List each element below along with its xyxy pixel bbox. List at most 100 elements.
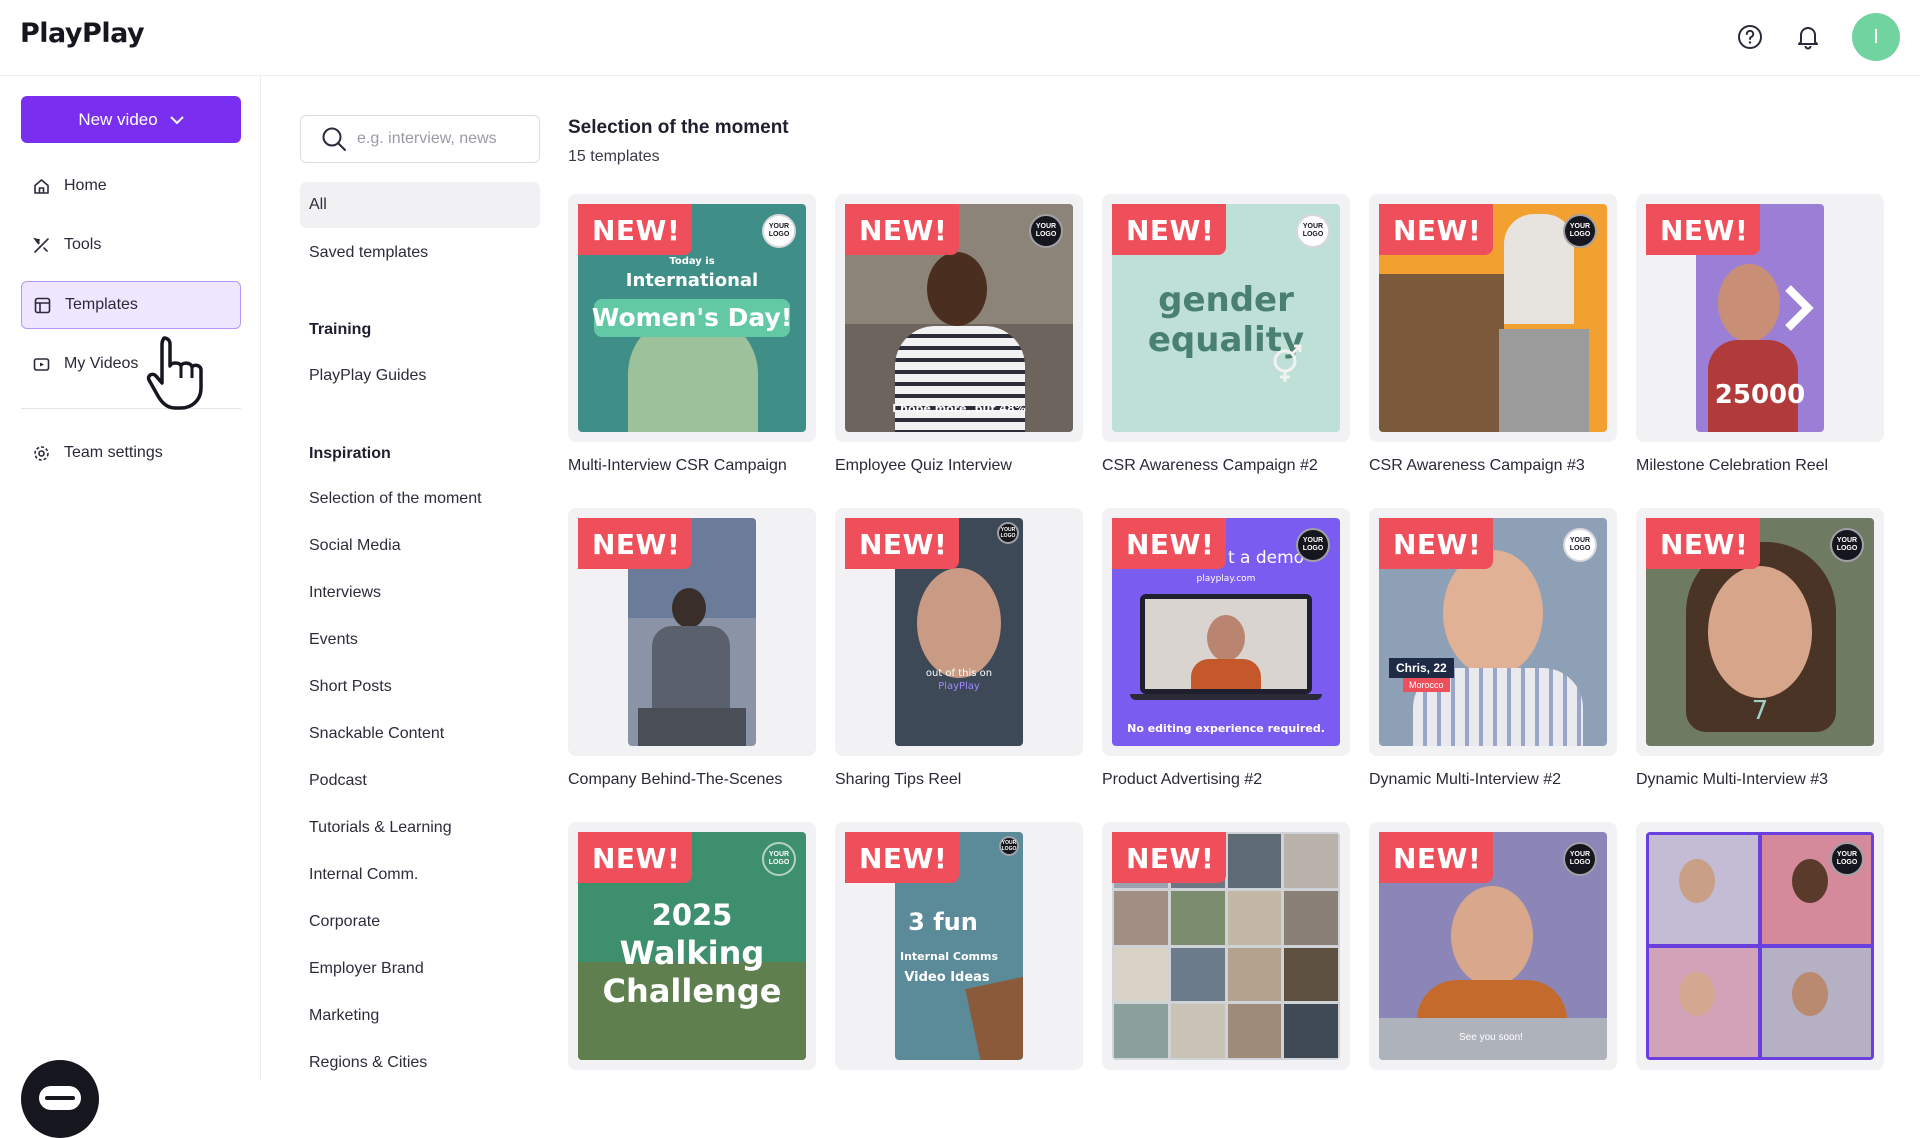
- user-avatar[interactable]: I: [1852, 13, 1900, 61]
- category-selection-of-the-moment[interactable]: Selection of the moment: [300, 476, 540, 522]
- template-thumbnail[interactable]: out of this on PlayPlay NEW! YOUR LOGO: [835, 508, 1083, 756]
- chat-support-button[interactable]: [21, 1060, 99, 1138]
- template-card[interactable]: 3 fun Internal Comms Video Ideas NEW! YO…: [835, 822, 1083, 1085]
- grid-cell: [1762, 948, 1871, 1057]
- template-card[interactable]: I hope more, but 48% NEW! YOUR LOGO Empl…: [835, 194, 1083, 475]
- template-title[interactable]: Employee Quiz Interview: [835, 457, 1083, 475]
- your-logo-badge: YOUR LOGO: [762, 214, 796, 248]
- template-thumbnail[interactable]: 25000 NEW!: [1636, 194, 1884, 442]
- category-snackable-content[interactable]: Snackable Content: [300, 711, 540, 757]
- template-thumbnail[interactable]: gender equality NEW! YOUR LOGO: [1102, 194, 1350, 442]
- person-head: [672, 588, 706, 628]
- template-thumbnail[interactable]: YOUR LOGO: [1636, 822, 1884, 1070]
- template-card[interactable]: 25000 NEW! Milestone Celebration Reel: [1636, 194, 1884, 475]
- tools-icon: [32, 236, 50, 254]
- thumbnail-text-2: Walking: [619, 934, 765, 972]
- template-thumbnail[interactable]: 7 NEW! YOUR LOGO: [1636, 508, 1884, 756]
- thumbnail-text-3: Video Ideas: [904, 970, 990, 985]
- category-playplay-guides[interactable]: PlayPlay Guides: [300, 353, 540, 399]
- thumbnail-text-1: 3 fun: [908, 908, 978, 936]
- thumbnail-text-3: Challenge: [602, 972, 782, 1010]
- thumbnail-text-3: Women's Day!: [591, 303, 793, 332]
- person-face: [1679, 859, 1715, 903]
- training-heading: Training: [309, 321, 372, 338]
- grid-cell: [1170, 890, 1225, 945]
- grid-cell: [1284, 890, 1338, 945]
- category-interviews[interactable]: Interviews: [300, 570, 540, 616]
- grid-cell: [1227, 834, 1282, 888]
- template-card[interactable]: 2025 Walking Challenge NEW! YOUR LOGO: [568, 822, 816, 1085]
- template-title[interactable]: CSR Awareness Campaign #2: [1102, 457, 1350, 475]
- person-face: [1792, 859, 1828, 903]
- template-card[interactable]: gender equality NEW! YOUR LOGO CSR Aware…: [1102, 194, 1350, 475]
- name-tag: Chris, 22: [1389, 658, 1454, 678]
- thumbnail-footer: No editing experience required.: [1127, 722, 1325, 735]
- template-card[interactable]: 7 NEW! YOUR LOGO Dynamic Multi-Interview…: [1636, 508, 1884, 789]
- template-thumbnail[interactable]: See you soon! NEW! YOUR LOGO: [1369, 822, 1617, 1070]
- category-social-media[interactable]: Social Media: [300, 523, 540, 569]
- category-events[interactable]: Events: [300, 617, 540, 663]
- template-title[interactable]: Product Advertising #2: [1102, 771, 1350, 789]
- thumbnail-text-2: equality: [1147, 320, 1305, 360]
- category-podcast[interactable]: Podcast: [300, 758, 540, 804]
- category-internal-comm[interactable]: Internal Comm.: [300, 852, 540, 898]
- category-saved-templates[interactable]: Saved templates: [300, 230, 540, 276]
- category-short-posts[interactable]: Short Posts: [300, 664, 540, 710]
- thumbnail-text-1: 2025: [651, 898, 733, 932]
- new-video-button[interactable]: New video: [21, 96, 241, 143]
- new-badge: NEW!: [578, 204, 693, 255]
- category-marketing[interactable]: Marketing: [300, 993, 540, 1039]
- category-all[interactable]: All: [300, 182, 540, 228]
- template-thumbnail[interactable]: t a demo playplay.com No editing experie…: [1102, 508, 1350, 756]
- template-card[interactable]: Chris, 22 Morocco NEW! YOUR LOGO Dynamic…: [1369, 508, 1617, 789]
- template-card[interactable]: NEW! YOUR LOGO CSR Awareness Campaign #3: [1369, 194, 1617, 475]
- template-title[interactable]: Sharing Tips Reel: [835, 771, 1083, 789]
- category-employer-brand[interactable]: Employer Brand: [300, 946, 540, 992]
- template-thumbnail[interactable]: Today is International Women's Day! NEW!…: [568, 194, 816, 442]
- template-thumbnail[interactable]: 2025 Walking Challenge NEW! YOUR LOGO: [568, 822, 816, 1070]
- template-title[interactable]: Dynamic Multi-Interview #2: [1369, 771, 1617, 789]
- template-title[interactable]: Multi-Interview CSR Campaign: [568, 457, 816, 475]
- nav-item-team-settings[interactable]: Team settings: [21, 429, 241, 477]
- category-regions-cities[interactable]: Regions & Cities: [300, 1040, 540, 1086]
- search-input[interactable]: [357, 130, 517, 148]
- template-card[interactable]: t a demo playplay.com No editing experie…: [1102, 508, 1350, 789]
- template-title[interactable]: Dynamic Multi-Interview #3: [1636, 771, 1884, 789]
- category-tutorials-learning[interactable]: Tutorials & Learning: [300, 805, 540, 851]
- template-card[interactable]: NEW!: [1102, 822, 1350, 1085]
- help-icon[interactable]: [1736, 23, 1764, 51]
- grid-cell: [1284, 1004, 1338, 1058]
- new-badge: NEW!: [578, 518, 693, 569]
- playplay-logo[interactable]: PlayPlay: [20, 18, 145, 49]
- template-card[interactable]: NEW! Company Behind-The-Scenes: [568, 508, 816, 789]
- grid-cell: [1227, 947, 1282, 1002]
- template-thumbnail[interactable]: NEW!: [1102, 822, 1350, 1070]
- new-badge: NEW!: [845, 204, 960, 255]
- bell-icon[interactable]: [1794, 23, 1822, 51]
- your-logo-badge: YOUR LOGO: [1029, 214, 1063, 248]
- nav-item-templates[interactable]: Templates: [21, 281, 241, 329]
- your-logo-badge: YOUR LOGO: [1830, 842, 1864, 876]
- template-card[interactable]: See you soon! NEW! YOUR LOGO: [1369, 822, 1617, 1085]
- nav-item-tools[interactable]: Tools: [21, 221, 241, 269]
- person-face: [1718, 264, 1780, 342]
- new-video-label: New video: [78, 109, 158, 129]
- grid-cell: [1649, 835, 1758, 944]
- your-logo-badge: YOUR LOGO: [1563, 214, 1597, 248]
- template-thumbnail[interactable]: Chris, 22 Morocco NEW! YOUR LOGO: [1369, 508, 1617, 756]
- template-title[interactable]: Milestone Celebration Reel: [1636, 457, 1884, 475]
- template-card[interactable]: YOUR LOGO: [1636, 822, 1884, 1085]
- template-search[interactable]: [300, 115, 540, 163]
- template-title[interactable]: Company Behind-The-Scenes: [568, 771, 816, 789]
- person-face: [917, 568, 1001, 678]
- template-thumbnail[interactable]: I hope more, but 48% NEW! YOUR LOGO: [835, 194, 1083, 442]
- template-card[interactable]: Today is International Women's Day! NEW!…: [568, 194, 816, 475]
- grid-cell: [1114, 1004, 1168, 1058]
- nav-item-home[interactable]: Home: [21, 162, 241, 210]
- template-thumbnail[interactable]: NEW! YOUR LOGO: [1369, 194, 1617, 442]
- template-title[interactable]: CSR Awareness Campaign #3: [1369, 457, 1617, 475]
- template-thumbnail[interactable]: NEW!: [568, 508, 816, 756]
- template-thumbnail[interactable]: 3 fun Internal Comms Video Ideas NEW! YO…: [835, 822, 1083, 1070]
- category-corporate[interactable]: Corporate: [300, 899, 540, 945]
- template-card[interactable]: out of this on PlayPlay NEW! YOUR LOGO S…: [835, 508, 1083, 789]
